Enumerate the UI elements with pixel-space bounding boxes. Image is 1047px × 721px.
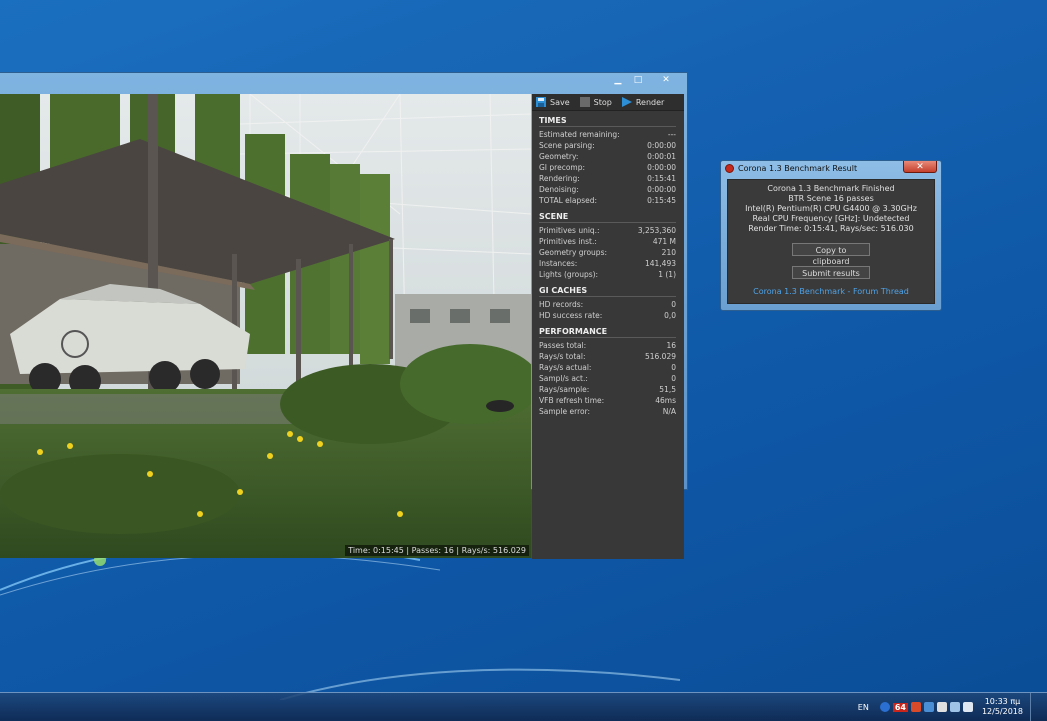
stat-row: Rendering: 0:15:41 <box>539 174 676 183</box>
section-title: GI CACHES <box>539 286 676 297</box>
clock-time: 10:33 πμ <box>984 697 1021 706</box>
vfb-caption-buttons: ▁ □ ✕ <box>608 73 684 87</box>
shield-icon[interactable] <box>936 702 947 712</box>
dialog-body: Corona 1.3 Benchmark Finished BTR Scene … <box>727 179 935 304</box>
language-indicator[interactable]: EN <box>858 703 869 712</box>
stop-label: Stop <box>593 97 612 107</box>
submit-results-button[interactable]: Submit results <box>792 266 870 279</box>
dialog-close-button[interactable]: ✕ <box>903 161 937 173</box>
stats-panel: Save Stop Render TIMES Estimated remaini… <box>532 94 684 559</box>
section-performance: PERFORMANCE Passes total: 16 Rays/s total… <box>532 321 684 417</box>
stat-row: Primitives inst.: 471 M <box>539 237 676 246</box>
section-title: PERFORMANCE <box>539 327 676 338</box>
result-line: Real CPU Frequency [GHz]: Undetected <box>752 214 910 223</box>
stat-row: Rays/s actual: 0 <box>539 363 676 372</box>
render-label: Render <box>635 97 665 107</box>
render-button[interactable]: Render <box>618 94 670 110</box>
taskbar: EN 64 10:33 πμ 12/5/2018 <box>0 692 1047 721</box>
result-line: Render Time: 0:15:41, Rays/sec: 516.030 <box>748 224 914 233</box>
save-label: Save <box>550 97 570 107</box>
stat-row: Rays/s total: 516.029 <box>539 352 676 361</box>
stat-row: Sampl/s act.: 0 <box>539 374 676 383</box>
stat-row: GI precomp: 0:00:00 <box>539 163 676 172</box>
system-tray: EN 64 10:33 πμ 12/5/2018 <box>858 693 1047 721</box>
dialog-title: Corona 1.3 Benchmark Result <box>738 164 858 173</box>
render-status-strip: Time: 0:15:45 | Passes: 16 | Rays/s: 516… <box>345 545 529 556</box>
stop-button[interactable]: Stop <box>576 94 618 110</box>
rendered-image <box>0 94 531 558</box>
result-line: Corona 1.3 Benchmark Finished <box>767 184 895 193</box>
forum-thread-link[interactable]: Corona 1.3 Benchmark - Forum Thread <box>728 287 934 296</box>
monitor-icon[interactable] <box>949 702 960 712</box>
stat-row: HD success rate: 0,0 <box>539 311 676 320</box>
result-line: Intel(R) Pentium(R) CPU G4400 @ 3.30GHz <box>745 204 917 213</box>
show-desktop-button[interactable] <box>1030 693 1041 721</box>
section-title: SCENE <box>539 212 676 223</box>
volume-icon[interactable] <box>962 702 973 712</box>
stat-row: Rays/sample: 51,5 <box>539 385 676 394</box>
copy-to-clipboard-button[interactable]: Copy to clipboard <box>792 243 870 266</box>
dialog-titlebar: Corona 1.3 Benchmark Result <box>725 164 857 173</box>
minus-circle-icon[interactable] <box>879 702 890 712</box>
stop-square-icon <box>579 97 590 107</box>
maximize-button[interactable]: □ <box>628 73 648 87</box>
floppy-disk-icon <box>536 97 546 107</box>
dialog-caption-buttons: ✕ <box>903 161 937 173</box>
stat-row: Primitives uniq.: 3,253,360 <box>539 226 676 235</box>
save-button[interactable]: Save <box>532 94 576 110</box>
stat-row: VFB refresh time: 46ms <box>539 396 676 405</box>
flag-icon[interactable] <box>910 702 921 712</box>
stat-row: HD records: 0 <box>539 300 676 309</box>
stat-row: Denoising: 0:00:00 <box>539 185 676 194</box>
minimize-button[interactable]: ▁ <box>608 73 628 87</box>
vfb-toolbar: Save Stop Render <box>532 94 684 111</box>
stat-row: Lights (groups): 1 (1) <box>539 270 676 279</box>
clock[interactable]: 10:33 πμ 12/5/2018 <box>982 697 1023 717</box>
network-icon[interactable] <box>923 702 934 712</box>
section-scene: SCENE Primitives uniq.: 3,253,360 Primiti… <box>532 206 684 280</box>
stat-row: Estimated remaining: --- <box>539 130 676 139</box>
corona-logo-icon <box>725 164 734 173</box>
section-times: TIMES Estimated remaining: --- Scene pars… <box>532 111 684 206</box>
stat-row: Passes total: 16 <box>539 341 676 350</box>
play-triangle-icon <box>621 97 632 107</box>
stat-row: Scene parsing: 0:00:00 <box>539 141 676 150</box>
result-line: BTR Scene 16 passes <box>788 194 874 203</box>
close-button[interactable]: ✕ <box>648 73 684 87</box>
render-viewport[interactable]: Time: 0:15:45 | Passes: 16 | Rays/s: 516… <box>0 94 531 558</box>
vfb-window: ▁ □ ✕ Time: 0:15:45 | Passes: 16 | Rays/… <box>0 72 688 559</box>
benchmark-result-dialog: Corona 1.3 Benchmark Result ✕ Corona 1.3… <box>720 160 942 311</box>
section-gi-caches: GI CACHES HD records: 0 HD success rate: 0… <box>532 280 684 321</box>
stat-row: Instances: 141,493 <box>539 259 676 268</box>
stat-row: TOTAL elapsed: 0:15:45 <box>539 196 676 205</box>
stat-row: Geometry groups: 210 <box>539 248 676 257</box>
section-title: TIMES <box>539 116 676 127</box>
clock-date: 12/5/2018 <box>981 707 1023 716</box>
stat-row: Sample error: N/A <box>539 407 676 416</box>
tray-badge[interactable]: 64 <box>892 702 908 712</box>
stat-row: Geometry: 0:00:01 <box>539 152 676 161</box>
